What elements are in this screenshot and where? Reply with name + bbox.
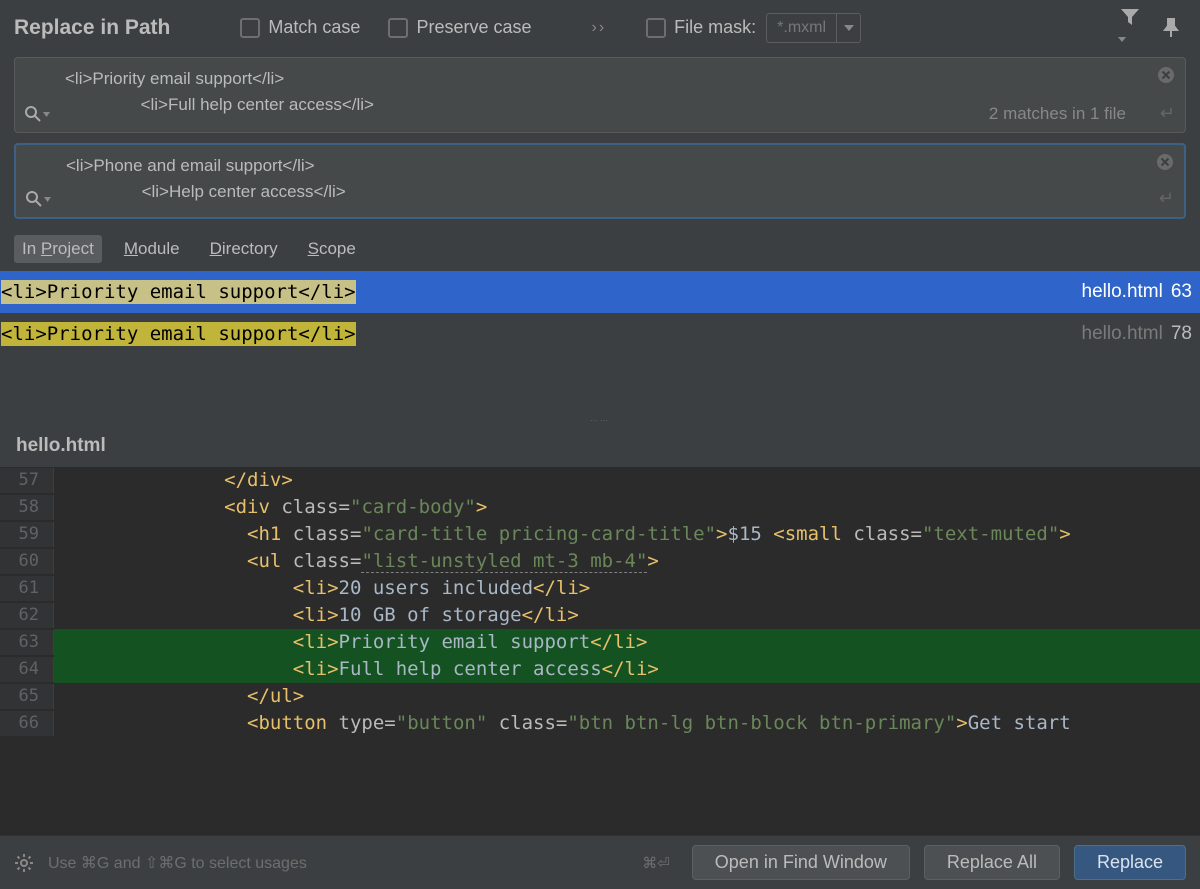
result-file: hello.html	[1082, 323, 1163, 345]
search-field[interactable]: <li>Priority email support</li> <li>Full…	[14, 57, 1186, 133]
line-number: 60	[0, 549, 54, 574]
match-case-option[interactable]: Match case	[240, 17, 360, 38]
open-find-window-button[interactable]: Open in Find Window	[692, 845, 910, 880]
line-number: 64	[0, 657, 54, 682]
match-count: 2 matches in 1 file	[989, 104, 1126, 124]
clear-replace-icon[interactable]	[1156, 153, 1174, 171]
file-mask-checkbox[interactable]	[646, 18, 666, 38]
footer-hint: Use ⌘G and ⇧⌘G to select usages	[48, 853, 628, 873]
enter-icon: ↵	[1159, 188, 1174, 209]
line-number: 62	[0, 603, 54, 628]
tab-scope[interactable]: Scope	[300, 235, 364, 263]
file-mask-value: *.mxml	[767, 19, 836, 37]
replace-button[interactable]: Replace	[1074, 845, 1186, 880]
dialog-title: Replace in Path	[14, 16, 170, 40]
replace-field[interactable]: <li>Phone and email support</li> <li>Hel…	[14, 143, 1186, 219]
preserve-case-option[interactable]: Preserve case	[388, 17, 531, 38]
preserve-case-checkbox[interactable]	[388, 18, 408, 38]
file-mask-label: File mask:	[674, 17, 756, 38]
file-mask-dropdown[interactable]	[836, 14, 860, 42]
file-mask-field[interactable]: *.mxml	[766, 13, 861, 43]
match-case-checkbox[interactable]	[240, 18, 260, 38]
search-input[interactable]: <li>Priority email support</li> <li>Full…	[59, 58, 955, 132]
gear-icon[interactable]	[14, 853, 34, 873]
code-preview[interactable]: 57 </div> 58 <div class="card-body"> 59 …	[0, 467, 1200, 835]
match-case-label: Match case	[268, 17, 360, 38]
line-number: 63	[0, 630, 54, 655]
file-mask-option[interactable]: File mask:	[646, 17, 756, 38]
dialog-header: Replace in Path Match case Preserve case…	[0, 0, 1200, 57]
tab-module[interactable]: Module	[116, 235, 188, 263]
preview-filename: hello.html	[0, 425, 1200, 467]
dialog-footer: Use ⌘G and ⇧⌘G to select usages ⌘⏎ Open …	[0, 835, 1200, 889]
line-number: 66	[0, 711, 54, 736]
clear-search-icon[interactable]	[1157, 66, 1175, 84]
result-row[interactable]: <li>Priority email support</li> hello.ht…	[0, 271, 1200, 313]
replace-input[interactable]: <li>Phone and email support</li> <li>Hel…	[60, 145, 954, 217]
search-icon[interactable]	[25, 106, 50, 122]
line-number: 59	[0, 522, 54, 547]
result-line: 78	[1171, 323, 1192, 345]
result-line: 63	[1171, 281, 1192, 303]
splitter-handle[interactable]: ⋯⋯	[0, 415, 1200, 425]
results-list: <li>Priority email support</li> hello.ht…	[0, 271, 1200, 355]
line-number: 61	[0, 576, 54, 601]
scope-tabs: In Project Module Directory Scope	[0, 229, 1200, 271]
filter-icon[interactable]	[1114, 8, 1146, 47]
line-number: 57	[0, 468, 54, 493]
tab-directory[interactable]: Directory	[202, 235, 286, 263]
line-number: 58	[0, 495, 54, 520]
result-file: hello.html	[1082, 281, 1163, 303]
result-row[interactable]: <li>Priority email support</li> hello.ht…	[0, 313, 1200, 355]
pin-icon[interactable]	[1156, 18, 1186, 38]
replace-all-button[interactable]: Replace All	[924, 845, 1060, 880]
preserve-case-label: Preserve case	[416, 17, 531, 38]
more-options-icon[interactable]: ››	[592, 19, 607, 37]
keyboard-shortcut: ⌘⏎	[642, 854, 670, 872]
search-icon[interactable]	[26, 191, 51, 207]
line-number: 65	[0, 684, 54, 709]
enter-icon: ↵	[1160, 103, 1175, 124]
tab-in-project[interactable]: In Project	[14, 235, 102, 263]
